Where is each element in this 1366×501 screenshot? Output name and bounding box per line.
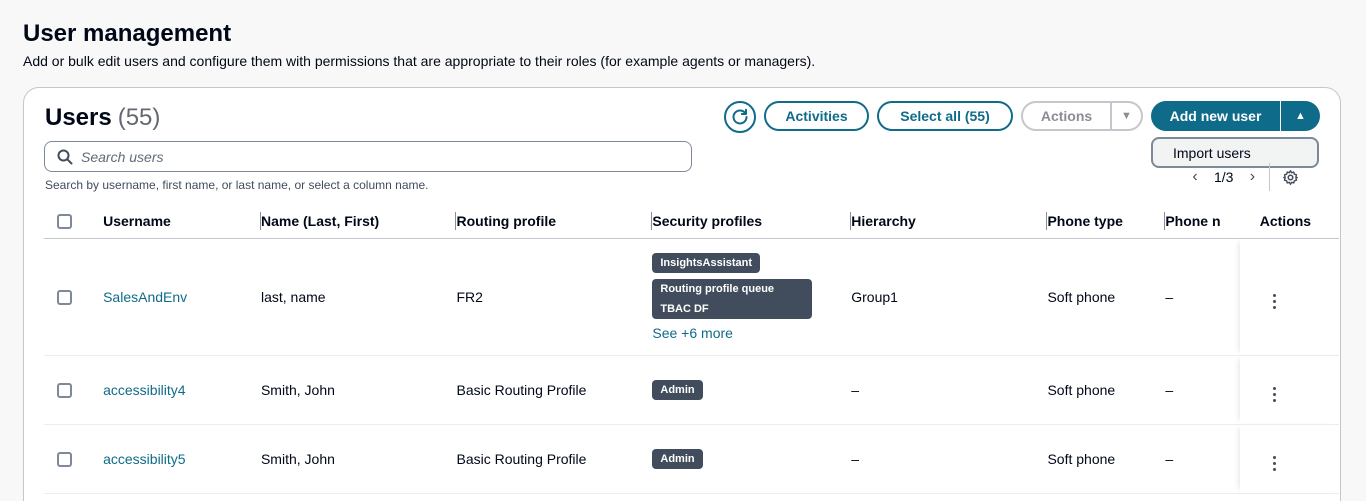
row-checkbox[interactable] [57, 451, 72, 467]
username-cell: accessibility5 [103, 424, 261, 494]
refresh-button[interactable] [724, 101, 756, 133]
activities-button[interactable]: Activities [764, 101, 869, 131]
column-header-username[interactable]: Username [103, 204, 261, 239]
users-title: Users [45, 104, 112, 131]
routing-profile-cell: Basic Routing Profile [456, 355, 653, 425]
more-actions-icon[interactable] [1272, 294, 1276, 309]
security-profile-badge: InsightsAssistant [652, 252, 761, 273]
phone-number-cell: – [1165, 238, 1240, 356]
chevron-right-icon[interactable]: › [1241, 168, 1263, 186]
import-users-menu-item[interactable]: Import users [1151, 137, 1319, 168]
caret-up-icon[interactable]: ▲ [1281, 110, 1320, 122]
page-description: Add or bulk edit users and configure the… [23, 53, 816, 69]
row-actions-cell [1239, 238, 1339, 356]
table-row: accessibility5 Smith, John Basic Routing… [44, 424, 1339, 494]
phone-type-cell: Soft phone [1047, 238, 1166, 356]
pager-divider [1269, 163, 1271, 191]
column-header-hierarchy[interactable]: Hierarchy [851, 204, 1048, 239]
column-header-phone-type[interactable]: Phone type [1047, 204, 1166, 239]
column-header-phone-number[interactable]: Phone n [1165, 204, 1240, 239]
hierarchy-cell: Group1 [851, 238, 1048, 356]
phone-type-cell: Soft phone [1047, 355, 1166, 425]
actions-dropdown[interactable]: Actions ▼ [1021, 101, 1143, 131]
security-profiles-cell: Admin [652, 424, 852, 494]
table-header-row: Username Name (Last, First) Routing prof… [44, 204, 1339, 239]
phone-type-cell: Soft phone [1047, 424, 1166, 494]
chevron-left-icon[interactable]: ‹ [1184, 168, 1206, 186]
row-checkbox-cell [44, 355, 104, 425]
select-all-checkbox[interactable] [57, 214, 72, 230]
actions-button[interactable]: Actions [1023, 103, 1112, 129]
search-icon [57, 149, 73, 164]
routing-profile-cell: Basic Routing Profile [456, 424, 653, 494]
table-row: accessibility4 Smith, John Basic Routing… [44, 355, 1339, 425]
column-header-security-profiles[interactable]: Security profiles [652, 204, 852, 239]
table-row: SalesAndEnv last, name FR2 InsightsAssis… [44, 238, 1339, 356]
username-cell: accessibility4 [103, 355, 261, 425]
column-header-actions: Actions [1239, 204, 1339, 239]
row-checkbox[interactable] [57, 382, 72, 398]
select-all-checkbox-cell [44, 204, 104, 239]
phone-number-cell: – [1165, 424, 1240, 494]
username-link[interactable]: accessibility5 [103, 451, 185, 467]
row-checkbox-cell [44, 238, 104, 356]
row-actions-cell [1239, 355, 1339, 425]
row-actions-cell [1239, 424, 1339, 494]
hierarchy-cell: – [851, 355, 1048, 425]
routing-profile-cell: FR2 [456, 238, 653, 356]
name-cell: last, name [260, 238, 457, 356]
select-all-button[interactable]: Select all (55) [877, 101, 1013, 131]
search-box[interactable] [44, 141, 692, 172]
search-input[interactable] [81, 148, 661, 165]
more-actions-icon[interactable] [1272, 387, 1276, 402]
row-checkbox-cell [44, 424, 104, 494]
username-link[interactable]: SalesAndEnv [103, 289, 187, 305]
username-cell: SalesAndEnv [103, 238, 261, 356]
users-table: Username Name (Last, First) Routing prof… [44, 204, 1339, 494]
pagination: ‹ 1/3 › [1184, 163, 1299, 191]
refresh-icon [732, 108, 748, 125]
add-new-user-button[interactable]: Add new user [1151, 101, 1281, 131]
users-count: (55) [117, 104, 161, 131]
security-profile-badge: Routing profile queue TBAC DF [652, 278, 813, 319]
name-cell: Smith, John [260, 355, 457, 425]
username-link[interactable]: accessibility4 [103, 382, 185, 398]
row-checkbox[interactable] [57, 289, 72, 305]
phone-number-cell: – [1165, 355, 1240, 425]
column-header-routing-profile[interactable]: Routing profile [456, 204, 653, 239]
page-title: User management [23, 20, 232, 47]
security-profile-badge: Admin [652, 379, 703, 400]
add-new-user-split-button[interactable]: Add new user ▲ [1151, 101, 1320, 131]
security-profile-badge: Admin [652, 448, 703, 469]
users-heading: Users (55) [45, 104, 160, 132]
settings-gear-icon[interactable] [1282, 169, 1299, 186]
users-panel: Users (55) Activities Select all (55) Act… [23, 87, 1341, 501]
see-more-link[interactable]: See +6 more [652, 325, 851, 341]
security-profiles-cell: InsightsAssistant Routing profile queue … [652, 238, 852, 356]
column-header-name[interactable]: Name (Last, First) [260, 204, 457, 239]
page-indicator: 1/3 [1214, 169, 1234, 185]
name-cell: Smith, John [260, 424, 457, 494]
more-actions-icon[interactable] [1272, 456, 1276, 471]
search-hint: Search by username, first name, or last … [45, 178, 429, 192]
caret-down-icon[interactable]: ▼ [1112, 110, 1141, 122]
hierarchy-cell: – [851, 424, 1048, 494]
security-profiles-cell: Admin [652, 355, 852, 425]
